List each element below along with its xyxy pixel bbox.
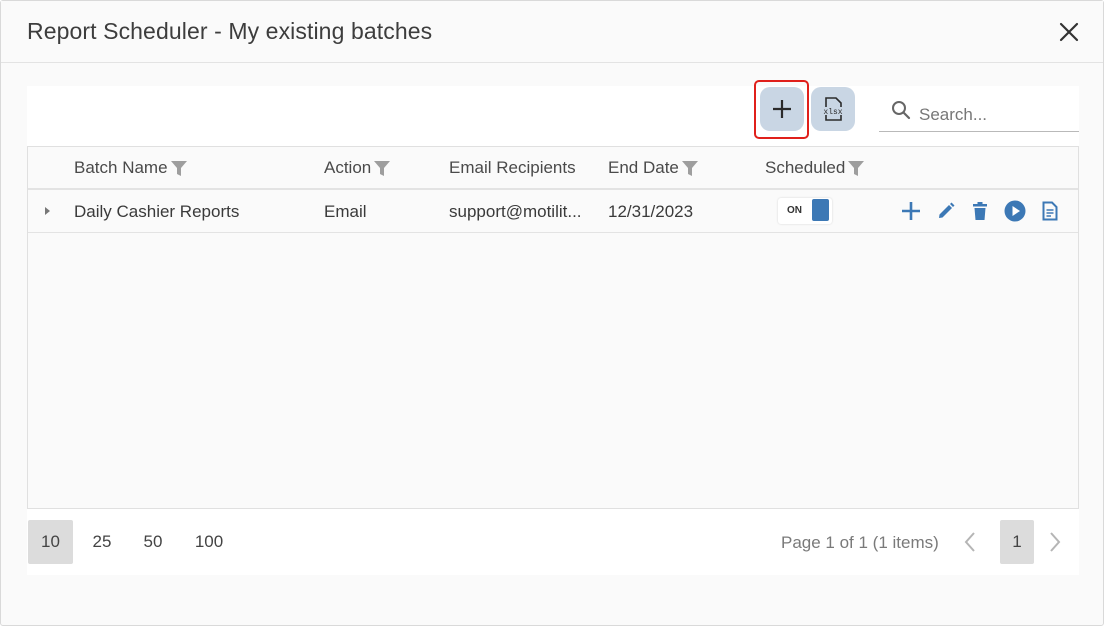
page-info: Page 1 of 1 (1 items) [781, 533, 939, 552]
close-button[interactable] [1055, 18, 1083, 46]
plus-icon [773, 100, 791, 118]
plus-icon [902, 202, 920, 220]
cell-end-date: 12/31/2023 [608, 202, 694, 221]
delete-batch-button[interactable] [968, 199, 992, 223]
page-size-25[interactable]: 25 [83, 520, 121, 564]
grid-toolbar: xlsx [27, 80, 1079, 146]
expand-row-icon[interactable] [42, 204, 52, 222]
view-report-button[interactable] [1038, 199, 1062, 223]
table-row[interactable]: Daily Cashier Reports Email support@moti… [28, 190, 1078, 233]
prev-page-button[interactable] [963, 531, 977, 558]
column-label: Scheduled [765, 158, 846, 177]
grid-header: Batch Name Action Email Recipients End D… [28, 147, 1078, 190]
cell-email-recipients: support@motilit... [449, 202, 582, 221]
chevron-right-icon [1050, 532, 1061, 552]
page-size-50[interactable]: 50 [134, 520, 172, 564]
column-label: End Date [608, 158, 679, 177]
play-circle-icon [1004, 200, 1026, 222]
dialog-title: Report Scheduler - My existing batches [27, 18, 433, 44]
batches-grid: Batch Name Action Email Recipients End D… [27, 146, 1079, 509]
column-header-scheduled[interactable]: Scheduled [765, 158, 865, 178]
column-label: Action [324, 158, 372, 177]
filter-icon[interactable] [681, 159, 699, 177]
cell-action: Email [324, 202, 367, 221]
document-icon [1042, 201, 1058, 221]
close-icon [1059, 22, 1079, 42]
column-label: Batch Name [74, 158, 168, 177]
page-number-button[interactable]: 1 [1000, 520, 1034, 564]
toggle-knob [812, 199, 829, 221]
toggle-label: ON [787, 205, 802, 216]
page-size-10[interactable]: 10 [28, 520, 73, 564]
scheduled-toggle[interactable]: ON [778, 198, 832, 224]
page-size-100[interactable]: 100 [187, 520, 231, 564]
chevron-left-icon [964, 532, 975, 552]
add-batch-button[interactable] [760, 87, 804, 131]
report-scheduler-dialog: Report Scheduler - My existing batches x… [0, 0, 1104, 626]
run-batch-button[interactable] [1003, 199, 1027, 223]
search-icon [892, 101, 911, 120]
trash-icon [973, 202, 987, 220]
export-xlsx-button[interactable]: xlsx [811, 87, 855, 131]
cell-batch-name: Daily Cashier Reports [74, 202, 240, 221]
edit-batch-button[interactable] [934, 199, 958, 223]
filter-icon[interactable] [847, 159, 865, 177]
xlsx-icon-text: xlsx [823, 108, 842, 117]
column-header-action[interactable]: Action [324, 158, 391, 178]
search-input[interactable] [919, 104, 1074, 126]
add-report-button[interactable] [899, 199, 923, 223]
column-header-end-date[interactable]: End Date [608, 158, 699, 178]
next-page-button[interactable] [1048, 531, 1062, 558]
pencil-icon [939, 202, 955, 218]
pager: 10 25 50 100 Page 1 of 1 (1 items) 1 [27, 509, 1079, 575]
column-header-batch-name[interactable]: Batch Name [74, 158, 188, 178]
column-header-email-recipients[interactable]: Email Recipients [449, 158, 576, 178]
search-box[interactable] [879, 94, 1079, 132]
filter-icon[interactable] [170, 159, 188, 177]
filter-icon[interactable] [373, 159, 391, 177]
column-label: Email Recipients [449, 158, 576, 177]
xlsx-file-icon: xlsx [823, 97, 843, 121]
dialog-header: Report Scheduler - My existing batches [1, 1, 1103, 63]
